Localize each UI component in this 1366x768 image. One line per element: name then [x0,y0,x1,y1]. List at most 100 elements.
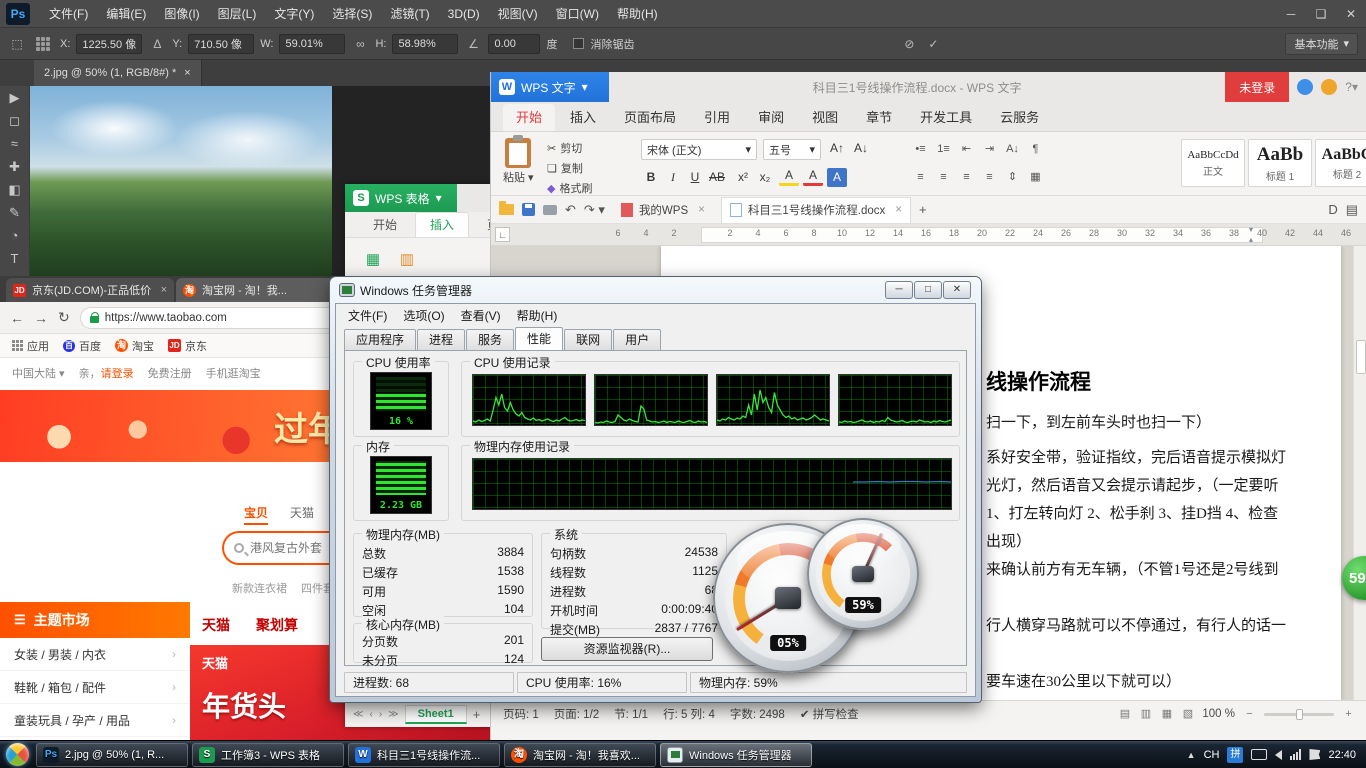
sheet-tab-home[interactable]: 开始 [359,213,411,237]
tab-applications[interactable]: 应用程序 [344,329,416,350]
italic-button[interactable]: I [663,168,683,187]
format-painter-button[interactable]: ◆格式刷 [547,180,592,196]
tab-tmall[interactable]: 天猫 [202,615,230,635]
writer-tab-devtools[interactable]: 开发工具 [907,104,985,131]
ps-menu-filter[interactable]: 滤镜(T) [381,0,438,28]
quick-select-tool-icon[interactable]: ✚ [9,159,20,175]
align-left-icon[interactable]: ≡ [911,168,930,186]
workspace-switcher[interactable]: 基本功能▾ [1285,33,1358,55]
angle-input[interactable]: 0.00 [488,34,540,54]
ps-menu-image[interactable]: 图像(I) [155,0,208,28]
shrink-font-button[interactable]: A↓ [851,139,871,158]
zoom-slider[interactable] [1264,713,1334,716]
reference-point-icon[interactable] [36,37,50,51]
left-indent-marker[interactable]: ▴ [1249,235,1253,244]
writer-tab-review[interactable]: 审阅 [745,104,797,131]
ime-indicator[interactable]: 拼 [1227,747,1243,763]
y-input[interactable]: 710.50 像 [188,34,254,54]
keyboard-icon[interactable] [1251,749,1267,760]
hot-link[interactable]: 新款连衣裙 [232,580,287,596]
tab-services[interactable]: 服务 [466,329,514,350]
zoom-level[interactable]: 100 % [1202,708,1235,720]
crop-tool-icon[interactable]: ◧ [8,182,20,198]
bold-button[interactable]: B [641,168,661,187]
start-button[interactable] [0,741,34,768]
ps-menu-window[interactable]: 窗口(W) [547,0,608,28]
close-tab-icon[interactable]: × [184,67,190,79]
view-mode-icon[interactable]: ▤ [1118,708,1131,721]
taskbar-button-browser[interactable]: 淘 淘宝网 - 淘！我喜欢... [504,743,656,767]
ps-menu-type[interactable]: 文字(Y) [265,0,323,28]
close-tab-icon[interactable]: × [698,204,705,216]
cancel-transform-icon[interactable]: ⊘ [900,37,918,51]
sync-icon[interactable] [1297,79,1313,95]
copy-button[interactable]: ❏复制 [547,160,592,176]
zoom-slider-thumb[interactable] [1296,709,1303,720]
h-input[interactable]: 58.98% [392,34,458,54]
login-link[interactable]: 亲，请登录 [79,365,134,381]
new-tab-icon[interactable]: + [919,202,927,217]
ps-minimize-icon[interactable]: ─ [1276,0,1306,28]
ps-menu-help[interactable]: 帮助(H) [608,0,667,28]
browser-tab-jd[interactable]: JD 京东(JD.COM)-正品低价 × [6,278,174,302]
x-input[interactable]: 1225.50 像 [76,34,142,54]
prev-sheet-icon[interactable]: ‹ [369,709,372,720]
move-tool-icon[interactable]: ▶ [10,90,20,106]
font-name-select[interactable]: 宋体 (正文)▾ [641,139,757,160]
forward-icon[interactable]: → [34,310,48,326]
insert-chart-icon[interactable]: ▥ [395,248,419,272]
network-icon[interactable] [1290,749,1301,760]
wps-writer-app-button[interactable]: W WPS 文字▾ [491,72,609,102]
spellcheck-toggle[interactable]: ✔ 拼写检查 [800,706,859,722]
writer-tab-references[interactable]: 引用 [691,104,743,131]
writer-tab-section[interactable]: 章节 [853,104,905,131]
tab-users[interactable]: 用户 [613,329,661,350]
healing-tool-icon[interactable]: ◔ [11,228,19,244]
writer-ruler[interactable]: ∟ 64224681012141618202224262830323436384… [491,224,1366,246]
browser-tab-taobao[interactable]: 淘 淘宝网 - 淘！我... × [176,278,344,302]
ps-menu-file[interactable]: 文件(F) [40,0,97,28]
scrollbar-thumb[interactable] [1356,340,1366,374]
bookmark-apps[interactable]: 应用 [12,338,49,354]
login-button[interactable]: 未登录 [1225,72,1289,102]
action-center-flag-icon[interactable] [1309,749,1320,760]
writer-tab-pagelayout[interactable]: 页面布局 [611,104,689,131]
upgrade-star-icon[interactable] [1321,79,1337,95]
style-heading1[interactable]: AaBb 标题 1 [1248,139,1312,187]
zoom-in-icon[interactable]: + [1342,708,1355,721]
show-hidden-icons[interactable]: ▲ [1187,750,1196,760]
redo-icon[interactable]: ↷ ▾ [584,202,605,218]
menu-options[interactable]: 选项(O) [395,307,452,324]
close-button[interactable]: ✕ [943,281,971,299]
region-select[interactable]: 中国大陆 ▾ [12,365,65,381]
bookmark-taobao[interactable]: 淘淘宝 [115,338,154,354]
style-heading2[interactable]: AaBbC 标题 2 [1315,139,1366,187]
sheet1-tab[interactable]: Sheet1 [405,705,467,724]
writer-tab-cloud[interactable]: 云服务 [987,104,1052,131]
ps-menu-3d[interactable]: 3D(D) [439,0,489,28]
zoom-out-icon[interactable]: − [1243,708,1256,721]
font-size-select[interactable]: 五号▾ [763,139,821,160]
delta-icon[interactable]: Δ [148,37,166,51]
ps-menu-edit[interactable]: 编辑(E) [97,0,155,28]
back-icon[interactable]: ← [10,310,24,326]
search-tab-tmall[interactable]: 天猫 [290,504,314,525]
next-sheet-icon[interactable]: › [379,709,382,720]
view-mode-icon[interactable]: ▧ [1181,708,1194,721]
show-marks-icon[interactable]: ¶ [1026,140,1045,158]
last-sheet-icon[interactable]: ≫ [388,709,398,720]
ps-menu-layer[interactable]: 图层(L) [209,0,266,28]
minimize-button[interactable]: ─ [885,281,913,299]
doc-tab-mywps[interactable]: 我的WPS × [613,197,713,223]
ps-restore-icon[interactable]: ❑ [1306,0,1336,28]
type-tool-icon[interactable]: T [11,251,19,267]
underline-button[interactable]: U [685,168,705,187]
memory-gauge-gadget[interactable]: 59% [807,518,919,630]
grow-font-button[interactable]: A↑ [827,139,847,158]
marquee-tool-icon[interactable]: ◻ [9,113,20,129]
taskbar-button-wps-sheet[interactable]: S 工作簿3 - WPS 表格 [192,743,344,767]
writer-tab-home[interactable]: 开始 [503,104,555,131]
ps-menu-select[interactable]: 选择(S) [323,0,381,28]
link-dimensions-icon[interactable]: ∞ [351,37,369,51]
task-manager-titlebar[interactable]: Windows 任务管理器 ─ □ ✕ [330,277,981,303]
